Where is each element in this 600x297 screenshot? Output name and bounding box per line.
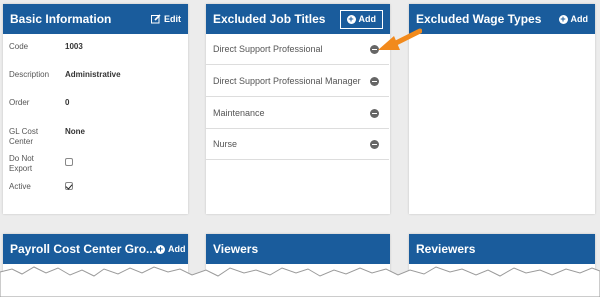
job-title-item: Nurse [206, 129, 389, 160]
do-not-export-label: Do Not Export [9, 154, 34, 173]
job-title-item: Direct Support Professional Manager [206, 66, 389, 97]
order-label: Order [9, 98, 30, 107]
edit-button-label: Edit [164, 14, 181, 24]
job-title-item: Direct Support Professional [206, 34, 389, 65]
basic-information-title: Basic Information [10, 12, 112, 26]
excluded-wage-types-card: Excluded Wage Types + Add [409, 4, 595, 214]
job-title-label: Nurse [213, 139, 238, 149]
remove-icon[interactable] [370, 76, 379, 86]
add-payroll-cost-center-button[interactable]: + Add [156, 244, 186, 254]
excluded-wage-types-header: Excluded Wage Types + Add [409, 4, 595, 34]
edit-icon [151, 14, 161, 24]
excluded-wage-types-title: Excluded Wage Types [416, 12, 542, 26]
add-wage-type-label: Add [570, 14, 589, 24]
viewers-title: Viewers [213, 242, 259, 256]
code-label: Code [9, 42, 29, 51]
description-value: Administrative [65, 70, 121, 79]
gl-cost-center-value: None [65, 127, 85, 136]
basic-information-header: Basic Information Edit [3, 4, 188, 34]
remove-icon[interactable] [370, 108, 379, 118]
job-title-item: Maintenance [206, 98, 389, 129]
add-job-title-label: Add [358, 14, 377, 24]
payroll-cost-center-title: Payroll Cost Center Gro... [10, 242, 157, 256]
excluded-job-titles-title: Excluded Job Titles [213, 12, 326, 26]
remove-icon[interactable] [370, 139, 379, 149]
order-value: 0 [65, 98, 70, 107]
add-job-title-button[interactable]: + Add [339, 9, 383, 29]
add-payroll-cost-center-label: Add [168, 244, 186, 254]
code-value: 1003 [65, 42, 83, 51]
active-checkbox[interactable] [65, 182, 73, 190]
active-label: Active [9, 182, 31, 191]
do-not-export-checkbox[interactable] [65, 158, 73, 166]
plus-circle-icon: + [346, 13, 356, 24]
add-wage-type-button[interactable]: + Add [558, 13, 589, 24]
reviewers-title: Reviewers [416, 242, 476, 256]
excluded-job-titles-card: Excluded Job Titles + Add Direct Support… [206, 4, 390, 214]
torn-edge-decoration [0, 266, 600, 297]
gl-cost-center-label: GL Cost Center [9, 127, 39, 146]
job-title-label: Direct Support Professional Manager [213, 76, 361, 86]
description-label: Description [9, 70, 50, 79]
plus-circle-icon: + [558, 13, 568, 24]
basic-information-card: Basic Information Edit Code 1003 Descrip… [3, 4, 188, 214]
edit-button[interactable]: Edit [151, 14, 181, 24]
plus-circle-icon: + [156, 243, 166, 254]
pointer-arrow-icon [378, 28, 422, 50]
job-title-label: Direct Support Professional [213, 44, 323, 54]
job-title-label: Maintenance [213, 108, 265, 118]
excluded-job-titles-header: Excluded Job Titles + Add [206, 4, 390, 34]
